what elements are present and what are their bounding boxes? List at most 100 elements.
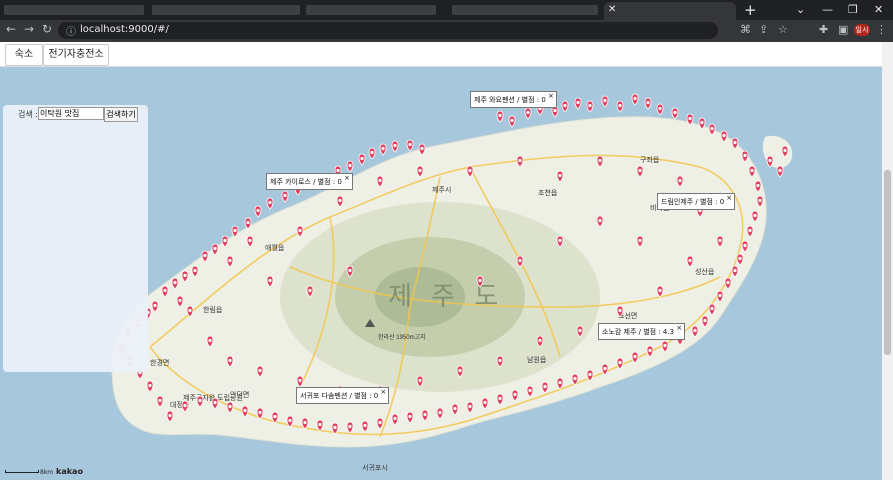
location-marker-dot <box>498 358 502 363</box>
translate-icon[interactable]: ⌘ <box>740 23 751 36</box>
location-marker-dot <box>363 423 367 428</box>
background-tabs-group-4[interactable] <box>452 5 598 15</box>
location-marker-dot <box>213 246 217 251</box>
location-marker-dot <box>298 378 302 383</box>
top-nav-bar: 숙소 전기자충전소 <box>0 42 882 67</box>
minimize-icon[interactable]: — <box>822 3 833 16</box>
location-marker-dot <box>336 168 340 173</box>
tab-close-icon[interactable]: ✕ <box>608 4 616 15</box>
info-window-wayo[interactable]: 제주 와요펜션 / 별점 : 0 × <box>470 91 557 108</box>
info-close-icon[interactable]: × <box>548 92 554 100</box>
location-marker-dot <box>578 328 582 333</box>
place-label-seongsan: 성산읍 <box>695 267 715 276</box>
location-marker-dot <box>393 416 397 421</box>
reload-icon[interactable]: ↻ <box>42 22 52 36</box>
location-marker-dot <box>168 413 172 418</box>
location-marker-dot <box>573 376 577 381</box>
location-marker-dot <box>658 288 662 293</box>
location-marker-dot <box>722 133 726 138</box>
bookmark-star-icon[interactable]: ☆ <box>778 23 788 36</box>
location-marker-dot <box>478 278 482 283</box>
kakao-logo: kakao <box>56 467 83 476</box>
location-marker-dot <box>733 268 737 273</box>
info-window-dasom[interactable]: 서귀포 다솜펜션 / 별점 : 0 × <box>296 387 390 404</box>
new-tab-icon[interactable]: + <box>744 1 757 19</box>
location-marker-dot <box>228 358 232 363</box>
location-marker-dot <box>183 273 187 278</box>
window-close-icon[interactable]: ✕ <box>874 3 883 16</box>
location-marker-dot <box>333 425 337 430</box>
location-marker-dot <box>783 148 787 153</box>
location-marker-dot <box>228 258 232 263</box>
place-label-hangyeong: 한경면 <box>150 358 169 367</box>
share-icon[interactable]: ⇪ <box>759 23 768 36</box>
url-text[interactable]: localhost:9000/#/ <box>80 24 169 35</box>
location-marker-dot <box>743 243 747 248</box>
location-marker-dot <box>598 218 602 223</box>
location-marker-dot <box>633 96 637 101</box>
info-close-icon[interactable]: × <box>344 174 350 182</box>
place-label-hallasan: 한라산 1950m고지 <box>378 333 426 341</box>
place-label-aewol: 애월읍 <box>265 243 285 252</box>
location-marker-dot <box>193 268 197 273</box>
location-marker-dot <box>298 228 302 233</box>
location-marker-dot <box>173 280 177 285</box>
location-marker-dot <box>468 404 472 409</box>
location-marker-dot <box>700 120 704 125</box>
search-button[interactable]: 검색하기 <box>104 107 138 122</box>
profile-badge[interactable]: 일시 <box>854 24 870 36</box>
scale-label: 8km <box>40 469 54 476</box>
forward-icon[interactable]: → <box>24 22 34 36</box>
location-marker-dot <box>638 238 642 243</box>
info-close-icon[interactable]: × <box>726 194 732 202</box>
location-marker-dot <box>198 398 202 403</box>
location-marker-dot <box>348 424 352 429</box>
location-marker-dot <box>228 404 232 409</box>
background-tabs-group-2[interactable] <box>152 5 300 15</box>
info-window-dreamin[interactable]: 드림인제주 / 별점 : 0 × <box>657 193 736 210</box>
location-marker-dot <box>543 384 547 389</box>
location-marker-dot <box>208 338 212 343</box>
location-marker-dot <box>273 414 277 419</box>
island-name-label: 제 주 도 <box>388 281 504 311</box>
search-input[interactable] <box>38 107 104 120</box>
lodging-button[interactable]: 숙소 <box>5 44 43 66</box>
location-marker-dot <box>158 398 162 403</box>
location-marker-dot <box>498 396 502 401</box>
info-window-kairos[interactable]: 제주 카이로스 / 별점 : 0 × <box>266 173 353 190</box>
info-window-sonocalm[interactable]: 소노캄 제주 / 별점 : 4.3 × <box>598 323 686 340</box>
background-tabs-group-3[interactable] <box>306 5 436 15</box>
location-marker-dot <box>726 280 730 285</box>
location-marker-dot <box>498 113 502 118</box>
info-close-icon[interactable]: × <box>676 324 682 332</box>
menu-icon[interactable]: ⋮ <box>876 23 887 36</box>
maximize-icon[interactable]: ❐ <box>848 3 858 16</box>
location-marker-dot <box>576 100 580 105</box>
back-icon[interactable]: ← <box>6 22 16 36</box>
location-marker-dot <box>233 228 237 233</box>
extensions-icon[interactable]: ✚ <box>819 23 828 36</box>
location-marker-dot <box>553 108 557 113</box>
scrollbar-thumb[interactable] <box>884 170 891 355</box>
location-marker-dot <box>408 142 412 147</box>
place-label-hallim: 한림읍 <box>203 306 223 314</box>
location-marker-dot <box>528 388 532 393</box>
location-marker-dot <box>563 103 567 108</box>
background-tabs-group-1[interactable] <box>4 5 144 15</box>
location-marker-dot <box>603 366 607 371</box>
location-marker-dot <box>648 348 652 353</box>
site-info-icon[interactable]: ⓘ <box>66 23 76 38</box>
info-close-icon[interactable]: × <box>380 388 386 396</box>
ev-charger-button[interactable]: 전기자충전소 <box>43 44 109 66</box>
location-marker-dot <box>268 278 272 283</box>
location-marker-dot <box>618 103 622 108</box>
side-panel-icon[interactable]: ▣ <box>838 23 848 36</box>
location-marker-dot <box>743 153 747 158</box>
location-marker-dot <box>153 303 157 308</box>
location-marker-dot <box>750 168 754 173</box>
location-marker-dot <box>418 378 422 383</box>
kakao-map[interactable]: 제주시 서귀포시 한림읍 애월읍 조천읍 구좌읍 성산읍 표선면 남원읍 한경면… <box>0 67 882 480</box>
active-tab[interactable] <box>604 2 736 20</box>
location-marker-dot <box>418 168 422 173</box>
tab-search-icon[interactable]: ⌄ <box>796 3 805 16</box>
